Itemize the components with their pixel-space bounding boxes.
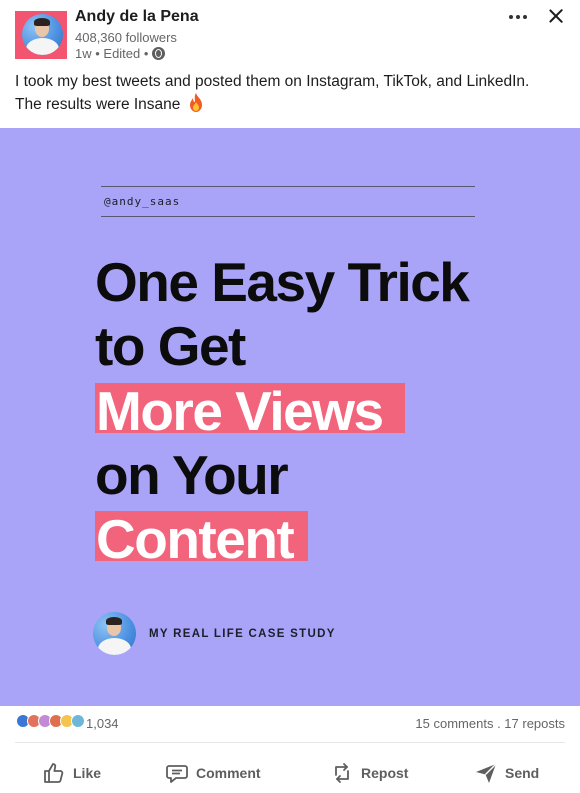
post-meta: 1w • Edited •: [75, 46, 166, 61]
funny-icon: [71, 714, 85, 728]
headline-line-5: Content: [96, 508, 295, 570]
post-text: I took my best tweets and posted them on…: [15, 71, 555, 116]
author-avatar[interactable]: [15, 11, 67, 59]
repost-icon: [335, 763, 349, 783]
headline-line-2: to Get: [95, 315, 246, 377]
comment-icon: [166, 765, 188, 783]
post-body: I took my best tweets and posted them on…: [15, 73, 530, 113]
headline-line-3: More Views: [96, 380, 384, 442]
fire-icon: [189, 93, 202, 112]
comment-button[interactable]: Comment: [165, 758, 261, 788]
like-label: Like: [73, 765, 102, 781]
send-button[interactable]: Send: [474, 758, 539, 788]
post-timestamp: 1w • Edited •: [75, 46, 149, 61]
dot-icon: [523, 15, 527, 19]
thumbs-up-icon: [44, 763, 64, 783]
card-footer-text: MY REAL LIFE CASE STUDY: [149, 628, 336, 640]
post-header: Andy de la Pena 408,360 followers 1w • E…: [0, 0, 580, 128]
card-handle: @andy_saas: [104, 195, 181, 208]
like-button[interactable]: Like: [42, 758, 101, 788]
repost-label: Repost: [361, 765, 409, 781]
post-image[interactable]: @andy_saas One Easy Trick to Get More Vi…: [0, 128, 580, 706]
follower-count: 408,360 followers: [75, 30, 177, 45]
close-icon[interactable]: [545, 5, 567, 27]
reaction-count[interactable]: 1,034: [86, 716, 119, 731]
headline-line-1: One Easy Trick: [95, 251, 470, 313]
send-label: Send: [505, 765, 540, 781]
author-name[interactable]: Andy de la Pena: [75, 8, 199, 26]
comment-label: Comment: [196, 765, 261, 781]
more-options-button[interactable]: [506, 6, 530, 28]
divider-line: [101, 216, 475, 217]
divider-line: [101, 186, 475, 187]
dot-icon: [509, 15, 513, 19]
action-divider: [15, 742, 565, 743]
card-avatar: [93, 612, 136, 655]
globe-icon: [152, 47, 166, 60]
comments-reposts-count[interactable]: 15 comments . 17 reposts: [415, 716, 565, 731]
repost-button[interactable]: Repost: [330, 758, 408, 788]
send-icon: [476, 763, 497, 783]
reaction-icons[interactable]: [16, 714, 85, 728]
dot-icon: [516, 15, 520, 19]
headline-line-4: on Your: [95, 444, 289, 506]
